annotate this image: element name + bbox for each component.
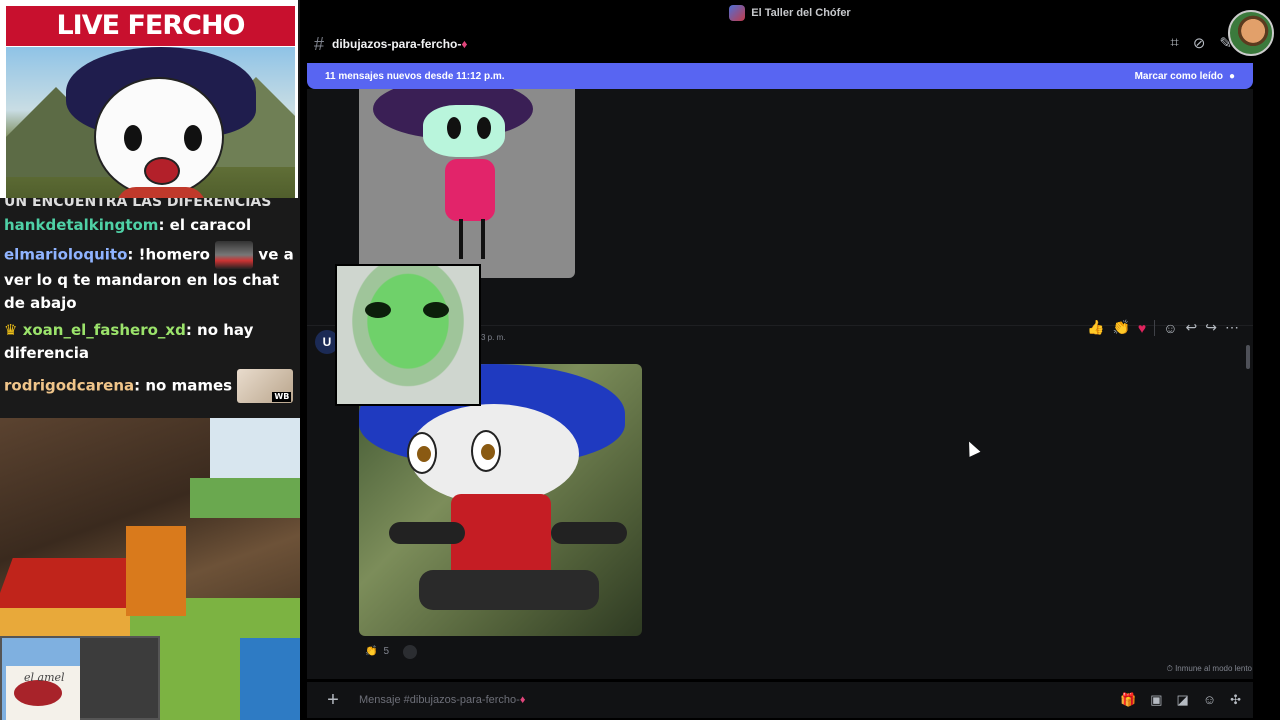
car-emote [215, 241, 254, 269]
apps-icon[interactable]: ✣ [1230, 692, 1241, 708]
emoji-icon[interactable]: ☺ [1203, 692, 1216, 708]
reaction-count: 5 [383, 646, 390, 657]
add-reaction-icon[interactable]: ☺ [1163, 320, 1177, 336]
channel-name[interactable]: dibujazos-para-fercho-♦ [332, 37, 467, 51]
clap-icon: 👏 [365, 646, 378, 657]
message-timestamp: 3 p. m. [481, 333, 506, 342]
discord-window: El Taller del Chófer # dibujazos-para-fe… [300, 0, 1280, 720]
chat-username: rodrigodcarena [4, 376, 135, 395]
forward-icon[interactable]: ↪ [1205, 319, 1217, 336]
chat-text: el caracol [164, 216, 252, 234]
gift-icon[interactable]: 🎁 [1120, 692, 1136, 708]
slow-mode-indicator: ⏱ Inmune al modo lento [1166, 664, 1252, 673]
screen: LIVE FERCHO REACTION UN ENCUENTRA LAS DI… [0, 0, 1280, 720]
channel-header: # dibujazos-para-fercho-♦ ⌗ ⊘ ✎ [300, 30, 1280, 58]
mute-icon[interactable]: ⊘ [1193, 34, 1206, 52]
drawing-cam: el amel [0, 636, 160, 720]
chat-username: xoan_el_fashero_xd [22, 321, 186, 339]
stream-overlay: LIVE FERCHO REACTION UN ENCUENTRA LAS DI… [0, 0, 300, 720]
mark-as-read-button[interactable]: Marcar como leído ● [1135, 71, 1235, 82]
new-messages-text[interactable]: 11 mensajes nuevos desde 11:12 p.m. [325, 71, 505, 82]
cat-emote: WB [237, 369, 294, 403]
add-attachment-button[interactable]: + [321, 689, 345, 712]
drawing-signature: el amel [24, 671, 65, 684]
heart-icon[interactable]: ♥ [1138, 320, 1146, 336]
chat-text: !homero [133, 245, 216, 264]
add-reaction-icon[interactable] [403, 644, 418, 659]
pin-icon[interactable]: ✎ [1219, 34, 1232, 52]
chat-message: ♛ xoan_el_fashero_xd: no hay diferencia [4, 321, 254, 362]
message-composer[interactable]: + Mensaje #dibujazos-para-fercho-♦ 🎁 ▣ ◪… [307, 682, 1253, 718]
gem-icon: ♦ [461, 37, 468, 51]
webcam-frame: LIVE FERCHO REACTION [0, 0, 298, 208]
chat-text: no mames [140, 376, 238, 395]
message-hover-toolbar: 👍 👏 ♥ ☺ ↩ ↪ ⋯ [1083, 317, 1243, 338]
scrollbar-thumb[interactable] [1246, 345, 1250, 369]
mark-read-icon: ● [1228, 70, 1235, 82]
chat-username: elmarioloquito [4, 245, 128, 264]
chat-username: hankdetalkingtom [4, 216, 159, 234]
alien-overlay-image [335, 264, 481, 406]
message-list[interactable]: U 3 p. m. 👏 5 👍 👏 ♥ ☺ ↩ ↪ ⋯ [307, 89, 1253, 679]
gif-icon[interactable]: ▣ [1150, 692, 1162, 708]
stream-title: LIVE FERCHO REACTION [6, 6, 295, 81]
chat-cutoff-line: UN ENCUENTRA LAS DIFERENCIAS [4, 198, 272, 206]
clap-reaction[interactable]: 👏 5 [359, 644, 395, 659]
minecraft-gameplay: el amel [0, 418, 300, 720]
threads-icon[interactable]: ⌗ [1170, 34, 1178, 52]
clap-icon[interactable]: 👏 [1112, 319, 1129, 336]
sticker-icon[interactable]: ◪ [1177, 692, 1189, 708]
chat-message: elmarioloquito: !homero ve a ver lo q te… [4, 241, 296, 315]
header-icons: ⌗ ⊘ ✎ [1170, 34, 1232, 52]
reactions-row: 👏 5 [359, 644, 418, 659]
chat-message: rodrigodcarena: no mames WB [4, 369, 296, 403]
window-titlebar: El Taller del Chófer [300, 0, 1280, 26]
new-messages-banner[interactable]: 11 mensajes nuevos desde 11:12 p.m. Marc… [307, 63, 1253, 89]
server-name: El Taller del Chófer [751, 7, 851, 19]
message-input[interactable]: Mensaje #dibujazos-para-fercho-♦ [359, 694, 525, 706]
emote-tag: WB [272, 392, 292, 402]
webcam-image [6, 47, 295, 205]
more-icon[interactable]: ⋯ [1225, 319, 1239, 336]
server-icon [729, 5, 746, 21]
hash-icon: # [314, 33, 325, 54]
reply-icon[interactable]: ↩ [1185, 319, 1197, 336]
chat-message: hankdetalkingtom: el caracol [4, 216, 252, 234]
composer-icons: 🎁 ▣ ◪ ☺ ✣ [1120, 692, 1241, 708]
thumbs-up-icon[interactable]: 👍 [1087, 319, 1104, 336]
crown-icon: ♛ [4, 321, 18, 339]
stream-chat: UN ENCUENTRA LAS DIFERENCIAS hankdetalki… [0, 198, 300, 412]
message-image-drawing-1[interactable] [359, 89, 575, 278]
